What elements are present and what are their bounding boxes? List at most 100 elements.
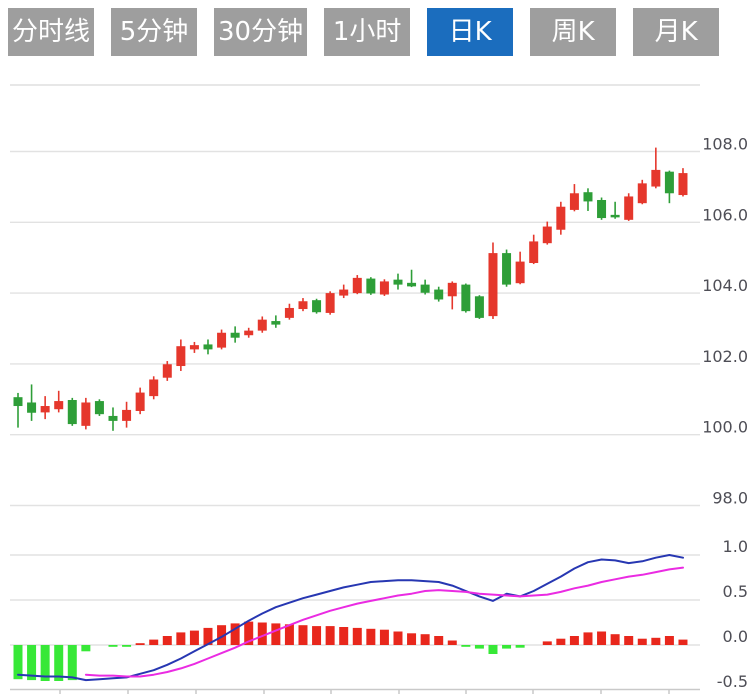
candle-body <box>312 300 321 312</box>
candle-body <box>421 285 430 293</box>
candle-body <box>597 200 606 218</box>
macd-bar <box>434 636 443 645</box>
macd-bar <box>475 645 484 649</box>
dif-line <box>18 555 683 680</box>
candle-body <box>651 170 660 187</box>
macd-bar <box>312 626 321 645</box>
candle-body <box>611 215 620 218</box>
candle-body <box>298 301 307 309</box>
candle-body <box>583 192 592 201</box>
candle-body <box>516 262 525 284</box>
macd-bar <box>176 632 185 645</box>
macd-bar <box>461 645 470 647</box>
candle-body <box>339 290 348 296</box>
macd-bar <box>68 645 77 680</box>
candle-body <box>529 241 538 263</box>
candle-body <box>434 290 443 300</box>
candle-body <box>326 293 335 313</box>
candle-body <box>136 393 145 411</box>
macd-axis-label: 0.5 <box>723 582 748 601</box>
macd-bar <box>407 633 416 645</box>
macd-bar <box>108 645 117 647</box>
macd-bar <box>122 645 131 647</box>
macd-bar <box>326 626 335 645</box>
macd-bar <box>678 640 687 645</box>
candle-body <box>244 331 253 336</box>
macd-axis-label: 1.0 <box>723 537 748 556</box>
candle-body <box>217 333 226 348</box>
candle-body <box>638 183 647 203</box>
macd-bar <box>271 623 280 645</box>
candle-body <box>27 402 36 412</box>
candle-body <box>407 283 416 287</box>
candle-body <box>203 344 212 349</box>
macd-bar <box>583 632 592 645</box>
candle-body <box>448 283 457 296</box>
macd-axis-label: 0.0 <box>723 627 748 646</box>
macd-bar <box>624 636 633 645</box>
candle-body <box>543 227 552 244</box>
macd-bar <box>149 640 158 645</box>
macd-axis-label: -0.5 <box>717 672 748 691</box>
macd-bar <box>597 632 606 646</box>
macd-bar <box>339 627 348 645</box>
macd-bar <box>298 625 307 645</box>
macd-bar <box>638 639 647 645</box>
macd-bar <box>136 643 145 645</box>
candle-body <box>502 253 511 285</box>
candle-body <box>475 296 484 318</box>
candle-body <box>353 278 362 293</box>
macd-bar <box>421 634 430 645</box>
macd-bar <box>516 645 525 648</box>
macd-bar <box>651 638 660 645</box>
candle-body <box>488 253 497 316</box>
candle-body <box>285 308 294 318</box>
price-axis-label: 100.0 <box>702 418 748 437</box>
macd-bar <box>353 628 362 645</box>
candle-body <box>81 402 90 425</box>
price-axis-label: 104.0 <box>702 276 748 295</box>
macd-bar <box>448 641 457 646</box>
candle-body <box>95 401 104 414</box>
candle-body <box>68 400 77 424</box>
candle-body <box>41 406 50 412</box>
price-axis-label: 98.0 <box>712 489 748 508</box>
candle-body <box>556 207 565 230</box>
macd-bar <box>502 645 511 649</box>
macd-bar <box>380 630 389 645</box>
candle-body <box>258 320 267 331</box>
candle-body <box>393 280 402 285</box>
macd-bar <box>488 645 497 654</box>
macd-bar <box>81 645 90 651</box>
macd-bar <box>570 636 579 645</box>
candle-body <box>624 196 633 219</box>
macd-bar <box>611 634 620 645</box>
macd-bar <box>543 641 552 645</box>
candle-body <box>190 345 199 349</box>
macd-bar <box>665 636 674 645</box>
candle-body <box>108 416 117 421</box>
candle-body <box>570 193 579 210</box>
price-axis-label: 102.0 <box>702 347 748 366</box>
kline-chart[interactable]: 108.0 106.0 104.0 102.0 100.0 98.0 1.0 0.5 0.0 -0… <box>0 0 755 694</box>
macd-bar <box>393 632 402 646</box>
macd-bar <box>556 639 565 645</box>
candle-body <box>231 333 240 338</box>
price-axis-label: 106.0 <box>702 205 748 224</box>
candle-body <box>14 397 23 406</box>
candle-body <box>271 321 280 325</box>
candle-body <box>366 279 375 294</box>
candle-body <box>461 285 470 312</box>
macd-bar <box>190 631 199 645</box>
candle-body <box>176 346 185 366</box>
macd-bar <box>163 636 172 645</box>
candle-body <box>54 401 63 409</box>
candle-body <box>380 281 389 294</box>
candle-body <box>149 379 158 396</box>
candle-body <box>678 173 687 195</box>
candle-body <box>665 172 674 194</box>
macd-bar <box>366 629 375 645</box>
price-axis-label: 108.0 <box>702 135 748 154</box>
candle-body <box>163 364 172 377</box>
candle-body <box>122 410 131 421</box>
